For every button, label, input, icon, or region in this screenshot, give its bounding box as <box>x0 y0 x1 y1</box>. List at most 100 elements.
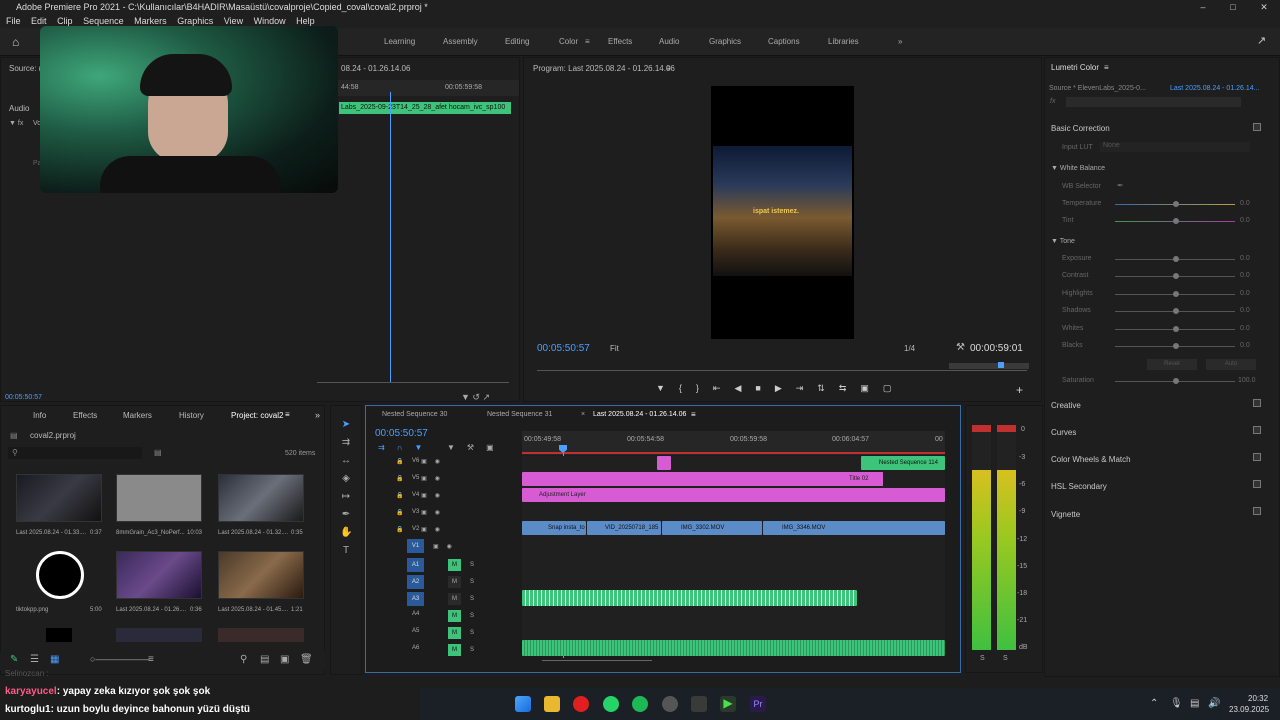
creative-section[interactable]: Creative <box>1051 401 1081 410</box>
whatsapp-icon[interactable] <box>603 696 619 712</box>
source-timecode[interactable]: 00:05:50:57 <box>5 394 42 401</box>
curves-section[interactable]: Curves <box>1051 428 1076 437</box>
file-explorer-icon[interactable] <box>544 696 560 712</box>
workspace-graphics[interactable]: Graphics <box>709 37 741 46</box>
adjustment-layer-clip[interactable]: Adjustment Layer <box>522 488 945 502</box>
meter-solo-left[interactable]: S <box>980 655 985 662</box>
source-zoom-bar[interactable] <box>317 382 509 383</box>
creative-checkbox[interactable] <box>1253 399 1261 407</box>
zoom-slider[interactable]: ○—————— <box>90 654 149 664</box>
hsl-secondary-section[interactable]: HSL Secondary <box>1051 482 1107 491</box>
mute-a4-button[interactable]: M <box>448 610 461 622</box>
shadows-value[interactable]: 0.0 <box>1240 307 1250 314</box>
timeline-tab-nested30[interactable]: Nested Sequence 30 <box>382 411 447 418</box>
blacks-slider[interactable] <box>1115 343 1235 349</box>
razor-tool-icon[interactable]: ◈ <box>340 474 352 484</box>
track-v1-controls[interactable]: ▣◉ <box>433 543 460 550</box>
workspace-editing[interactable]: Editing <box>505 37 529 46</box>
tiktok-logo-thumbnail[interactable] <box>36 551 84 599</box>
tint-slider[interactable] <box>1115 218 1235 224</box>
program-menu-icon[interactable]: ≡ <box>666 64 671 73</box>
saturation-value[interactable]: 100.0 <box>1238 377 1256 384</box>
new-bin-icon[interactable]: ▤ <box>154 448 162 457</box>
wrench-icon[interactable]: ⚒ <box>956 342 965 353</box>
exposure-value[interactable]: 0.0 <box>1240 255 1250 262</box>
menu-graphics[interactable]: Graphics <box>177 16 213 26</box>
hand-tool-icon[interactable]: ✋ <box>340 528 352 538</box>
track-select-tool-icon[interactable]: ⇉ <box>340 438 352 448</box>
mute-a6-button[interactable]: M <box>448 644 461 656</box>
eyedropper-icon[interactable]: ✒ <box>1117 181 1124 190</box>
track-label-a5[interactable]: A5 <box>412 628 419 634</box>
menu-help[interactable]: Help <box>296 16 315 26</box>
lumetri-source[interactable]: Source * ElevenLabs_2025-0... <box>1049 85 1146 92</box>
sort-icon[interactable]: ≡ <box>148 654 154 665</box>
track-v2-controls[interactable]: 🔒 ▣◉ <box>396 526 448 533</box>
spotify-icon[interactable] <box>632 696 648 712</box>
pen-tool-icon[interactable]: ✒ <box>340 510 352 520</box>
program-scrubber[interactable] <box>537 370 1027 371</box>
timeline-tools[interactable]: ⇉∩▼ <box>378 443 434 452</box>
temperature-value[interactable]: 0.0 <box>1240 200 1250 207</box>
workspace-effects[interactable]: Effects <box>608 37 632 46</box>
microphone-icon[interactable]: 🎙 <box>1170 698 1183 709</box>
basic-correction-section[interactable]: Basic Correction <box>1051 124 1110 133</box>
color-wheels-section[interactable]: Color Wheels & Match <box>1051 455 1131 464</box>
project-thumbnail[interactable] <box>46 628 72 642</box>
workspace-color[interactable]: Color <box>559 37 578 46</box>
timeline-zoom-bar[interactable] <box>542 660 652 661</box>
tab-info[interactable]: Info <box>33 411 46 420</box>
highlights-value[interactable]: 0.0 <box>1240 290 1250 297</box>
solo-a6-button[interactable]: S <box>470 647 474 653</box>
menu-markers[interactable]: Markers <box>134 16 167 26</box>
v2-clip[interactable]: IMG_3346.MOV <box>763 521 945 535</box>
mute-a2-button[interactable]: M <box>448 576 461 588</box>
auto-button[interactable]: Auto <box>1206 359 1256 370</box>
track-label-a3[interactable]: A3 <box>407 592 424 606</box>
transport-controls[interactable]: ▼{}⇤◀■▶⇥⇅⇆▣▢ <box>656 383 905 394</box>
temperature-slider[interactable] <box>1115 201 1235 207</box>
project-thumbnail[interactable] <box>116 551 202 599</box>
hsl-secondary-checkbox[interactable] <box>1253 480 1261 488</box>
input-lut-dropdown[interactable]: None <box>1100 142 1250 152</box>
track-label-a6[interactable]: A6 <box>412 645 419 651</box>
workspace-learning[interactable]: Learning <box>384 37 415 46</box>
track-label-a1[interactable]: A1 <box>407 558 424 572</box>
v2-clip[interactable]: IMG_3302.MOV <box>662 521 762 535</box>
tone-label[interactable]: ▼ Tone <box>1051 238 1075 245</box>
curves-checkbox[interactable] <box>1253 426 1261 434</box>
timeline-options-icons[interactable]: ▼⚒▣ <box>447 443 506 452</box>
source-playhead[interactable] <box>390 92 391 382</box>
program-timecode[interactable]: 00:05:50:57 <box>537 343 590 354</box>
workspace-assembly[interactable]: Assembly <box>443 37 478 46</box>
solo-a3-button[interactable]: S <box>470 596 474 602</box>
lumetri-effect-dropdown[interactable] <box>1066 97 1241 107</box>
tab-effects[interactable]: Effects <box>73 411 97 420</box>
list-view-icon[interactable]: ☰ <box>30 654 39 665</box>
project-thumbnail[interactable] <box>218 551 304 599</box>
close-icon[interactable]: ✕ <box>1249 0 1279 15</box>
project-more-icon[interactable]: » <box>315 410 320 420</box>
icon-view-icon[interactable]: ▦ <box>50 654 59 665</box>
new-item-icon[interactable]: ▣ <box>280 654 289 665</box>
track-v6-controls[interactable]: 🔒 ▣◉ <box>396 458 448 465</box>
reset-button[interactable]: Reset <box>1147 359 1197 370</box>
basic-correction-checkbox[interactable] <box>1253 123 1261 131</box>
exposure-slider[interactable] <box>1115 256 1235 262</box>
menu-edit[interactable]: Edit <box>31 16 47 26</box>
new-folder-icon[interactable]: ▤ <box>260 654 269 665</box>
green-app-icon[interactable]: ▶ <box>720 696 736 712</box>
vignette-section[interactable]: Vignette <box>1051 510 1080 519</box>
color-wheels-checkbox[interactable] <box>1253 453 1261 461</box>
tab-history[interactable]: History <box>179 411 204 420</box>
workspace-libraries[interactable]: Libraries <box>828 37 859 46</box>
timeline-timecode[interactable]: 00:05:50:57 <box>375 428 428 439</box>
mute-a1-button[interactable]: M <box>448 559 461 571</box>
track-label-a2[interactable]: A2 <box>407 575 424 589</box>
highlights-slider[interactable] <box>1115 291 1235 297</box>
tab-markers[interactable]: Markers <box>123 411 152 420</box>
tray-chevron-icon[interactable]: ⌃ <box>1150 698 1158 709</box>
fit-dropdown[interactable]: Fit <box>610 344 619 353</box>
project-search-input[interactable]: ⚲ <box>8 447 142 459</box>
vignette-checkbox[interactable] <box>1253 507 1261 515</box>
